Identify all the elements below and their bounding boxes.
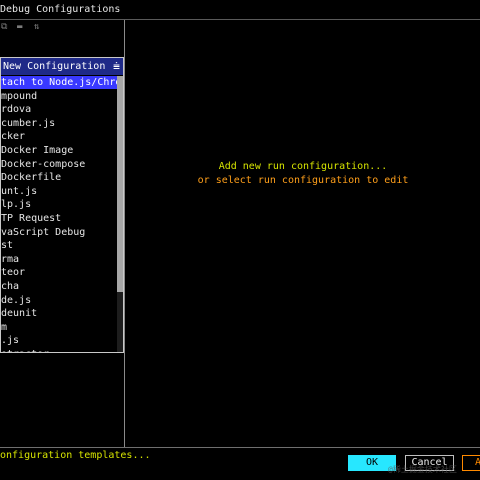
list-item[interactable]: deunit [1,307,117,320]
list-item-label: Docker Image [1,145,74,156]
watermark: @稀土掘金技术社区 [388,465,457,474]
configuration-editor-pane: Add new run configuration... or select r… [126,20,480,447]
scrollbar[interactable] [117,76,123,352]
list-item[interactable]: Docker-compose [1,158,117,171]
list-item-label: rdova [1,104,32,116]
list-item[interactable]: vaScript Debug [1,226,117,239]
list-item-label: Dockerfile [1,172,62,184]
list-item[interactable]: rdova [1,103,117,116]
list-item-label: cha [1,281,20,292]
popup-header: New Configuration ⩧ [1,58,123,75]
list-item-label: tach to Node.js/Chrome [1,77,117,88]
apply-button[interactable]: A [462,455,480,471]
list-item-label: otractor [1,349,49,352]
list-item-label: mpound [1,90,38,102]
window-title: Debug Configurations [0,4,121,15]
configurations-toolbar: ⧉ ▬ ⇅ [0,20,124,36]
list-item[interactable]: TP Request [1,212,117,225]
list-item-label: lp.js [1,199,32,211]
list-item-label: cumber.js [1,117,56,129]
title-bar: Debug Configurations [0,0,480,20]
filter-icon[interactable]: ⩧ [113,59,120,74]
list-item-label: Docker-compose [1,158,86,170]
list-item-label: vaScript Debug [1,226,86,238]
list-item[interactable]: cumber.js [1,117,117,130]
list-item[interactable]: mpound [1,90,117,103]
select-configuration-hint: or select run configuration to edit [197,175,409,186]
list-item[interactable]: unt.js [1,185,117,198]
list-item[interactable]: de.js [1,294,117,307]
list-item[interactable]: tach to Node.js/Chrome [1,76,117,89]
list-item[interactable]: .js [1,334,117,347]
sort-icon[interactable]: ⇅ [34,23,43,32]
configuration-templates-link[interactable]: onfiguration templates... [0,450,151,461]
list-item-label: deunit [1,308,38,320]
list-item-label: rma [1,253,20,265]
list-item-label: .js [1,335,20,347]
scrollbar-thumb[interactable] [117,76,123,292]
list-item-label: st [1,240,14,252]
move-icon[interactable]: ▬ [17,23,26,32]
list-item-label: cker [1,131,26,143]
add-configuration-hint: Add new run configuration... [218,161,388,172]
list-item[interactable]: st [1,239,117,252]
list-item-label: m [1,321,8,333]
list-item[interactable]: Docker Image [1,144,117,157]
list-item[interactable]: lp.js [1,198,117,211]
copy-icon[interactable]: ⧉ [1,23,10,32]
list-item[interactable]: rma [1,253,117,266]
list-item[interactable]: cker [1,130,117,143]
list-item[interactable]: m [1,321,117,334]
configurations-pane: ⧉ ▬ ⇅ New Configuration ⩧ tach to Node.j… [0,20,151,461]
list-item-label: TP Request [1,213,62,224]
list-item[interactable]: Dockerfile [1,171,117,184]
list-item-label: unt.js [1,185,38,197]
list-item[interactable]: cha [1,280,117,293]
list-item-label: de.js [1,294,32,306]
popup-title: New Configuration [3,61,106,72]
list-item[interactable]: teor [1,266,117,279]
list-item[interactable]: otractor [1,348,117,352]
list-item-label: teor [1,267,26,279]
footer-separator [0,447,480,448]
configuration-type-list: tach to Node.js/Chrome mpound rdovacumber.… [1,76,117,352]
new-configuration-popup: New Configuration ⩧ tach to Node.js/Chro… [0,57,124,353]
